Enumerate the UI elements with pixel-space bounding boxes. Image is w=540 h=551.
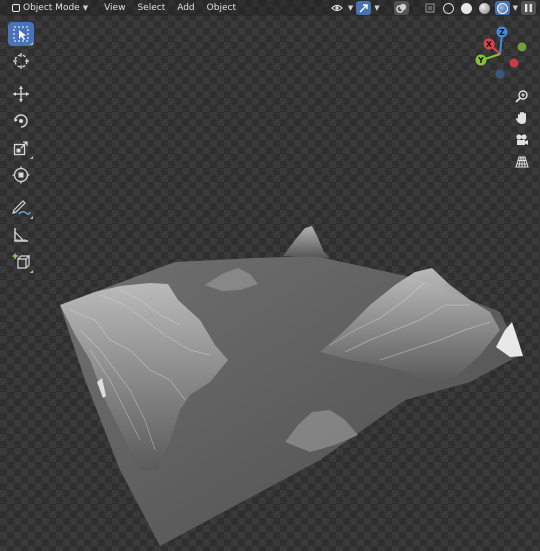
camera-icon	[516, 134, 528, 145]
transform-tool[interactable]	[8, 163, 34, 187]
wireframe-sphere-icon	[442, 2, 454, 14]
scale-icon	[13, 141, 28, 156]
eye-icon	[331, 4, 344, 12]
move-icon	[13, 86, 29, 102]
gizmo-z-label: Z	[499, 28, 505, 37]
chevron-down-icon[interactable]: ▼	[348, 4, 353, 12]
gizmo-arrow-icon	[359, 3, 368, 12]
chevron-down-icon[interactable]: ▼	[374, 4, 379, 12]
rotate-icon	[14, 114, 28, 128]
wireframe-shading-button[interactable]	[441, 1, 456, 15]
rendered-sphere-icon	[496, 2, 508, 14]
camera-view-button[interactable]	[512, 130, 532, 150]
back-peak	[283, 226, 330, 258]
pause-render-button[interactable]	[521, 1, 536, 15]
xray-icon	[425, 3, 435, 13]
gizmo-x-label: X	[486, 40, 492, 49]
measure-icon	[14, 228, 28, 242]
pause-icon	[525, 4, 532, 12]
menu-select[interactable]: Select	[137, 3, 165, 13]
gizmo-neg-y-handle[interactable]	[517, 42, 527, 52]
select-box-icon	[13, 26, 29, 42]
chevron-down-icon[interactable]: ▼	[513, 4, 518, 12]
move-tool[interactable]	[8, 82, 34, 106]
rendered-shading-button[interactable]	[494, 1, 510, 15]
grid-perspective-icon	[515, 156, 529, 168]
add-cube-tool[interactable]	[8, 250, 34, 274]
object-mode-icon	[12, 4, 20, 12]
cursor-tool[interactable]	[8, 49, 34, 73]
navigation-controls	[511, 86, 533, 174]
hand-pan-icon	[516, 112, 526, 124]
add-cube-icon	[12, 253, 30, 269]
chevron-down-icon: ▼	[82, 4, 89, 12]
overlays-icon	[395, 3, 406, 13]
visibility-dropdown[interactable]	[330, 1, 345, 15]
gizmo-y-label: Y	[477, 56, 484, 65]
header-right-controls: ▼ ▼ ▼	[330, 0, 536, 16]
pan-button[interactable]	[512, 108, 532, 128]
transform-icon	[12, 166, 30, 184]
material-shading-button[interactable]	[477, 1, 492, 15]
perspective-toggle-button[interactable]	[512, 152, 532, 172]
rotate-tool[interactable]	[8, 109, 34, 133]
viewport-header: Object Mode ▼ View Select Add Object ▼ ▼	[0, 0, 540, 16]
menu-view[interactable]: View	[104, 3, 125, 13]
scale-tool[interactable]	[8, 136, 34, 160]
terrain-mesh[interactable]	[0, 0, 540, 551]
gizmo-toggle-button[interactable]	[356, 1, 372, 15]
material-sphere-icon	[478, 2, 490, 14]
solid-sphere-icon	[460, 2, 472, 14]
zoom-button[interactable]	[512, 86, 532, 106]
object-mode-label: Object Mode	[23, 3, 80, 13]
gizmo-neg-z-handle[interactable]	[495, 69, 505, 79]
menu-add[interactable]: Add	[177, 3, 194, 13]
menu-object[interactable]: Object	[207, 3, 236, 13]
xray-toggle-button[interactable]	[423, 1, 438, 15]
measure-tool[interactable]	[8, 223, 34, 247]
zoom-icon	[515, 90, 528, 103]
navigation-gizmo[interactable]: Z X Y	[470, 24, 530, 80]
object-mode-dropdown[interactable]: Object Mode ▼	[8, 1, 92, 15]
annotate-icon	[12, 200, 31, 215]
cursor-icon	[13, 53, 29, 69]
overlays-toggle-button[interactable]	[393, 1, 409, 15]
solid-shading-button[interactable]	[459, 1, 474, 15]
tool-shelf	[7, 22, 35, 277]
select-box-tool[interactable]	[8, 22, 34, 46]
gizmo-neg-x-handle[interactable]	[509, 58, 519, 68]
annotate-tool[interactable]	[8, 196, 34, 220]
